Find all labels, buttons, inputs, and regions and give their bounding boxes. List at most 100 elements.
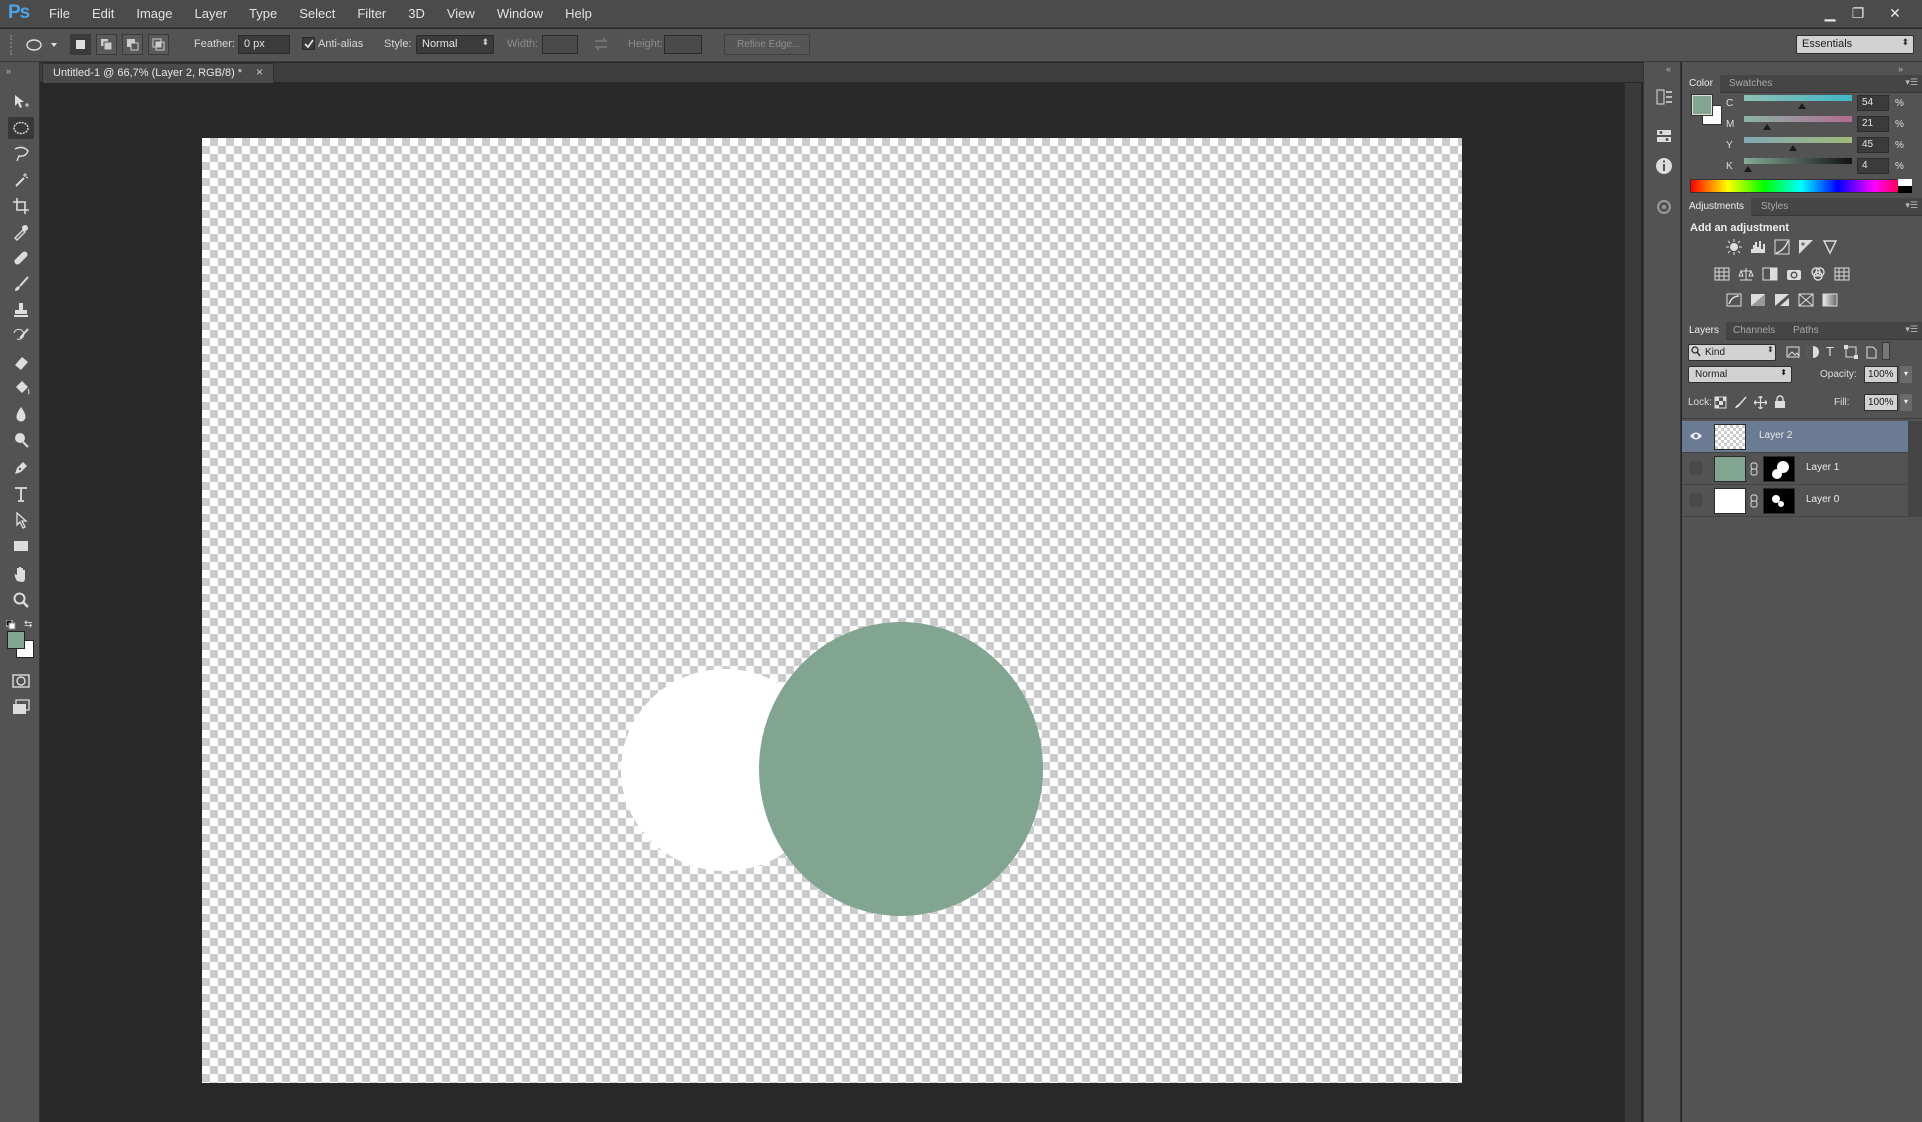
menu-image[interactable]: Image bbox=[136, 6, 172, 21]
smart-object-filter-icon[interactable] bbox=[1864, 345, 1878, 359]
expand-dock-icon[interactable]: « bbox=[1666, 64, 1671, 74]
photo-filter-icon[interactable] bbox=[1785, 266, 1803, 282]
dodge-tool[interactable] bbox=[8, 429, 34, 451]
pixel-layer-filter-icon[interactable] bbox=[1786, 345, 1800, 359]
default-colors-icon[interactable] bbox=[6, 620, 16, 630]
yellow-value-input[interactable]: 45 bbox=[1857, 137, 1889, 153]
document-canvas[interactable] bbox=[202, 138, 1462, 1083]
info-panel-button[interactable] bbox=[1653, 155, 1675, 177]
zoom-tool[interactable] bbox=[8, 589, 34, 611]
tab-color[interactable]: Color bbox=[1682, 75, 1720, 93]
color-lookup-icon[interactable] bbox=[1833, 266, 1851, 282]
black-slider-track[interactable] bbox=[1744, 158, 1852, 164]
yellow-slider-thumb[interactable] bbox=[1788, 145, 1797, 151]
curves-icon[interactable] bbox=[1773, 239, 1791, 255]
pen-tool[interactable] bbox=[8, 457, 34, 479]
chain-link-icon[interactable] bbox=[1749, 462, 1759, 476]
magenta-value-input[interactable]: 21 bbox=[1857, 116, 1889, 132]
spot-healing-tool[interactable] bbox=[8, 247, 34, 269]
elliptical-marquee-tool[interactable] bbox=[8, 117, 34, 139]
menu-file[interactable]: File bbox=[49, 6, 70, 21]
lock-all-icon[interactable] bbox=[1774, 395, 1786, 409]
collapse-panels-icon[interactable]: » bbox=[1898, 64, 1903, 74]
blur-tool[interactable] bbox=[8, 403, 34, 425]
eyedropper-tool[interactable] bbox=[8, 221, 34, 243]
selective-color-icon[interactable] bbox=[1821, 292, 1839, 308]
blend-mode-dropdown[interactable]: Normal ⬍ bbox=[1688, 366, 1792, 383]
layer-filter-toggle[interactable] bbox=[1882, 342, 1890, 360]
tab-adjustments[interactable]: Adjustments bbox=[1682, 198, 1752, 216]
levels-icon[interactable] bbox=[1749, 239, 1767, 255]
layer-row-layer-0[interactable]: Layer 0 bbox=[1682, 485, 1908, 517]
hue-saturation-icon[interactable] bbox=[1713, 266, 1731, 282]
anti-alias-checkbox[interactable] bbox=[302, 37, 315, 50]
menu-window[interactable]: Window bbox=[497, 6, 543, 21]
close-window-button[interactable]: ✕ bbox=[1881, 2, 1909, 24]
brightness-contrast-icon[interactable] bbox=[1725, 239, 1743, 255]
path-selection-tool[interactable] bbox=[8, 509, 34, 531]
new-selection-button[interactable] bbox=[70, 34, 91, 55]
spectrum-black-swatch[interactable] bbox=[1898, 186, 1912, 193]
gradient-map-icon[interactable] bbox=[1797, 292, 1815, 308]
layers-scrollbar[interactable] bbox=[1908, 421, 1922, 517]
color-balance-icon[interactable] bbox=[1737, 266, 1755, 282]
refine-edge-button[interactable]: Refine Edge... bbox=[724, 34, 810, 55]
hand-tool[interactable] bbox=[8, 563, 34, 585]
fill-input[interactable]: 100% bbox=[1864, 394, 1898, 411]
move-tool[interactable] bbox=[8, 91, 34, 113]
threshold-icon[interactable] bbox=[1773, 292, 1791, 308]
magenta-slider-track[interactable] bbox=[1744, 116, 1852, 122]
brush-preset-panel-button[interactable] bbox=[1653, 196, 1675, 218]
layer-row-layer-2[interactable]: Layer 2 bbox=[1682, 421, 1908, 453]
type-layer-filter-icon[interactable]: T bbox=[1826, 344, 1834, 359]
eraser-tool[interactable] bbox=[8, 351, 34, 373]
document-tab[interactable]: Untitled-1 @ 66,7% (Layer 2, RGB/8) * bbox=[42, 63, 274, 83]
history-panel-button[interactable] bbox=[1653, 86, 1675, 108]
style-dropdown[interactable]: Normal ⬍ bbox=[416, 35, 494, 54]
canvas-vertical-scrollbar[interactable] bbox=[1624, 83, 1641, 1122]
lasso-tool[interactable] bbox=[8, 143, 34, 165]
menu-3d[interactable]: 3D bbox=[408, 6, 425, 21]
quick-mask-button[interactable] bbox=[8, 670, 34, 692]
menu-select[interactable]: Select bbox=[299, 6, 335, 21]
spectrum-white-swatch[interactable] bbox=[1898, 179, 1912, 186]
menu-view[interactable]: View bbox=[447, 6, 475, 21]
properties-panel-button[interactable] bbox=[1653, 125, 1675, 147]
minimize-button[interactable]: ▁ bbox=[1816, 2, 1844, 24]
magenta-slider-thumb[interactable] bbox=[1762, 124, 1771, 130]
brush-tool[interactable] bbox=[8, 273, 34, 295]
menu-type[interactable]: Type bbox=[249, 6, 277, 21]
layer-row-layer-1[interactable]: Layer 1 bbox=[1682, 453, 1908, 485]
foreground-color-swatch[interactable] bbox=[7, 631, 25, 649]
crop-tool[interactable] bbox=[8, 195, 34, 217]
black-white-icon[interactable] bbox=[1761, 266, 1779, 282]
rectangle-tool[interactable] bbox=[8, 535, 34, 557]
black-slider-thumb[interactable] bbox=[1744, 166, 1753, 172]
clone-stamp-tool[interactable] bbox=[8, 299, 34, 321]
color-panel-menu-icon[interactable]: ▾☰ bbox=[1905, 77, 1918, 88]
add-to-selection-button[interactable] bbox=[96, 34, 117, 55]
cyan-slider-thumb[interactable] bbox=[1798, 103, 1807, 109]
lock-transparent-pixels-icon[interactable] bbox=[1714, 396, 1727, 409]
vibrance-icon[interactable] bbox=[1821, 239, 1839, 255]
subtract-from-selection-button[interactable] bbox=[122, 34, 143, 55]
visibility-toggle[interactable] bbox=[1688, 460, 1704, 476]
opacity-input[interactable]: 100% bbox=[1864, 366, 1898, 383]
opacity-slider-arrow[interactable]: ▾ bbox=[1900, 366, 1912, 383]
cyan-value-input[interactable]: 54 bbox=[1857, 95, 1889, 111]
lock-image-pixels-icon[interactable] bbox=[1734, 396, 1747, 409]
workspace-dropdown[interactable]: Essentials ⬍ bbox=[1796, 35, 1914, 54]
restore-button[interactable]: ❐ bbox=[1844, 2, 1872, 24]
adjustments-panel-menu-icon[interactable]: ▾☰ bbox=[1905, 200, 1918, 211]
document-tab-close-button[interactable]: × bbox=[256, 65, 263, 79]
invert-icon[interactable] bbox=[1725, 292, 1743, 308]
swap-colors-icon[interactable]: ⇆ bbox=[24, 619, 32, 630]
menu-help[interactable]: Help bbox=[565, 6, 592, 21]
black-value-input[interactable]: 4 bbox=[1857, 158, 1889, 174]
exposure-icon[interactable] bbox=[1797, 239, 1815, 255]
cyan-slider-track[interactable] bbox=[1744, 95, 1852, 101]
color-spectrum-ramp[interactable] bbox=[1690, 179, 1912, 193]
yellow-slider-track[interactable] bbox=[1744, 137, 1852, 143]
type-tool[interactable] bbox=[8, 483, 34, 505]
channel-mixer-icon[interactable] bbox=[1809, 266, 1827, 282]
